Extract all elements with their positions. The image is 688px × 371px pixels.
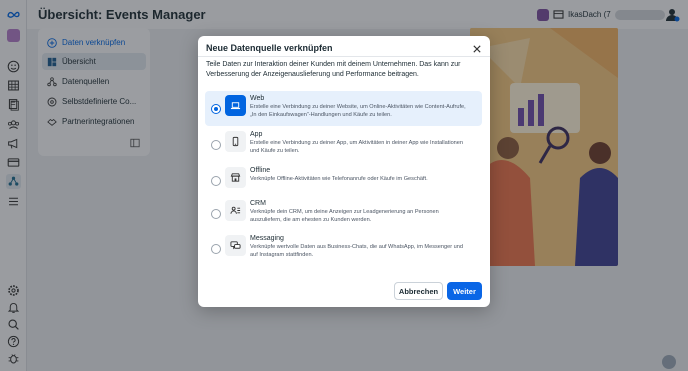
option-description: Erstelle eine Verbindung zu deiner App, … (250, 140, 464, 154)
option-description: Verknüpfe Offline-Aktivitäten wie Telefo… (250, 176, 428, 182)
divider (198, 56, 490, 57)
option-name: Offline (250, 167, 271, 174)
cancel-button[interactable]: Abbrechen (394, 282, 443, 300)
laptop-icon (225, 95, 246, 116)
option-description: Verknüpfe dein CRM, um deine Anzeigen zu… (250, 209, 439, 223)
connect-data-source-dialog: Neue Datenquelle verknüpfen Teile Daten … (198, 36, 490, 307)
store-icon (225, 167, 246, 188)
chat-icon (225, 235, 246, 256)
option-app[interactable]: App Erstelle eine Verbindung zu deiner A… (205, 127, 482, 162)
radio-button[interactable] (211, 176, 221, 186)
radio-button[interactable] (211, 244, 221, 254)
radio-button[interactable] (211, 104, 221, 114)
next-button[interactable]: Weiter (447, 282, 482, 300)
radio-button[interactable] (211, 209, 221, 219)
dialog-description: Teile Daten zur Interaktion deiner Kunde… (206, 61, 461, 78)
option-crm[interactable]: CRM Verknüpfe dein CRM, um deine Anzeige… (205, 196, 482, 231)
radio-button[interactable] (211, 140, 221, 150)
close-icon (472, 44, 481, 53)
phone-icon (225, 131, 246, 152)
option-name: Messaging (250, 235, 284, 242)
option-name: CRM (250, 200, 266, 207)
option-description: Verknüpfe wertvolle Daten aus Business-C… (250, 244, 463, 258)
option-messaging[interactable]: Messaging Verknüpfe wertvolle Daten aus … (205, 231, 482, 266)
dialog-title: Neue Datenquelle verknüpfen (206, 43, 333, 53)
close-button[interactable] (471, 43, 482, 54)
option-offline[interactable]: Offline Verknüpfe Offline-Aktivitäten wi… (205, 163, 482, 198)
option-web[interactable]: Web Erstelle eine Verbindung zu deiner W… (205, 91, 482, 126)
option-name: App (250, 131, 263, 138)
option-name: Web (250, 95, 265, 102)
option-description: Erstelle eine Verbindung zu deiner Websi… (250, 104, 466, 118)
crm-icon (225, 200, 246, 221)
